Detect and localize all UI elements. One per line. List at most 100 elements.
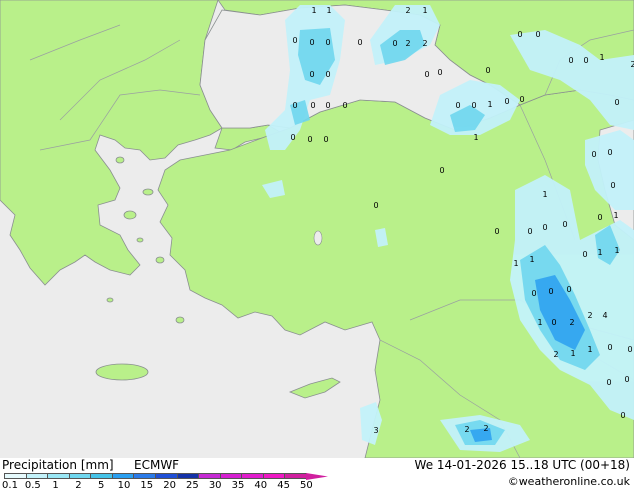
model-name: ECMWF xyxy=(134,458,180,472)
precip-value-label: 0 xyxy=(542,223,547,232)
scale-swatch xyxy=(219,473,243,479)
precip-value-label: 1 xyxy=(311,6,316,15)
scale-tick-label: 15 xyxy=(140,480,154,491)
precip-value-label: 1 xyxy=(487,100,492,109)
precip-value-label: 0 xyxy=(290,133,295,142)
scale-swatch xyxy=(241,473,264,479)
precip-value-label: 1 xyxy=(542,190,547,199)
scale-swatch xyxy=(133,473,156,479)
footer: Precipitation [mm] ECMWF We 14-01-2026 1… xyxy=(0,458,634,491)
precip-value-label: 0 xyxy=(566,285,571,294)
scale-tick-label: 5 xyxy=(98,480,105,491)
scale-tick-label: 2 xyxy=(75,480,82,491)
precip-value-label: 2 xyxy=(405,39,410,48)
precip-value-label: 0 xyxy=(614,98,619,107)
scale-swatch xyxy=(25,473,49,479)
precip-value-label: 3 xyxy=(373,426,378,435)
precip-value-label: 1 xyxy=(587,345,592,354)
precip-value-label: 0 xyxy=(325,38,330,47)
precip-value-label: 0 xyxy=(471,101,476,110)
precip-value-label: 0 xyxy=(591,150,596,159)
scale-tick-label: 50 xyxy=(300,480,313,491)
precip-value-label: 0 xyxy=(307,135,312,144)
precip-value-label: 0 xyxy=(373,201,378,210)
lake-tuz xyxy=(313,230,323,246)
precip-value-label: 0 xyxy=(527,227,532,236)
precip-value-label: 2 xyxy=(422,39,427,48)
precip-value-label: 2 xyxy=(630,60,634,69)
precip-value-label: 0 xyxy=(342,101,347,110)
scale-swatch xyxy=(176,473,200,479)
precip-value-label: 0 xyxy=(606,378,611,387)
precip-value-label: 1 xyxy=(513,259,518,268)
precip-value-label: 0 xyxy=(357,38,362,47)
precip-value-label: 0 xyxy=(568,56,573,65)
precip-value-label: 0 xyxy=(610,181,615,190)
legend-title: Precipitation [mm] xyxy=(2,458,114,472)
precipitation-map: 1 1 2 1 0 0 0 0 0 2 2 0 0 0 0 0 0 0 1 2 0 0 0 0 0 0 0 0 1 0 0 0 0 0 0 0 1 0 0 0… xyxy=(0,0,634,459)
precip-value-label: 0 xyxy=(597,213,602,222)
precip-value-label: 0 xyxy=(582,250,587,259)
precip-value-label: 0 xyxy=(517,30,522,39)
scale-swatch xyxy=(4,473,27,479)
precip-value-label: 1 xyxy=(613,211,618,220)
precip-value-label: 2 xyxy=(483,424,488,433)
scale-tick-label: 1 xyxy=(52,480,59,491)
scale-swatch xyxy=(155,473,178,479)
scale-swatch xyxy=(284,473,307,479)
precip-value-label: 2 xyxy=(405,6,410,15)
precip-value-label: 0 xyxy=(439,166,444,175)
precip-value-label: 0 xyxy=(519,95,524,104)
precip-value-label: 2 xyxy=(569,318,574,327)
precip-value-label: 0 xyxy=(494,227,499,236)
precip-value-label: 1 xyxy=(614,246,619,255)
precip-value-label: 0 xyxy=(551,318,556,327)
scale-tick-label: 45 xyxy=(277,480,290,491)
scale-tick-label: 20 xyxy=(163,480,176,491)
precip-value-label: 2 xyxy=(553,350,558,359)
scale-tick-label: 10 xyxy=(117,480,131,491)
precip-value-label: 1 xyxy=(537,318,542,327)
precip-value-label: 0 xyxy=(624,375,629,384)
scale-tick-label: 35 xyxy=(231,480,245,491)
scale-swatch xyxy=(111,473,135,479)
scale-swatch xyxy=(90,473,113,479)
precip-value-label: 0 xyxy=(437,68,442,77)
precip-value-label: 0 xyxy=(535,30,540,39)
precip-value-label: 1 xyxy=(473,133,478,142)
precip-value-label: 1 xyxy=(597,248,602,257)
precip-value-label: 0 xyxy=(424,70,429,79)
precip-value-label: 4 xyxy=(602,311,607,320)
precip-value-label: 0 xyxy=(323,135,328,144)
scale-tick-label: 0.1 xyxy=(2,480,18,491)
precip-value-label: 0 xyxy=(309,70,314,79)
scale-swatch xyxy=(68,473,92,479)
scale-swatch xyxy=(198,473,221,479)
precip-value-label: 0 xyxy=(504,97,509,106)
precip-value-label: 2 xyxy=(464,425,469,434)
scale-tick-label: 30 xyxy=(208,480,222,491)
precip-value-label: 0 xyxy=(292,36,297,45)
precip-value-label: 1 xyxy=(570,349,575,358)
scale-arrow xyxy=(306,473,328,480)
precip-value-label: 0 xyxy=(607,148,612,157)
precip-value-label: 0 xyxy=(325,101,330,110)
precip-value-label: 1 xyxy=(326,6,331,15)
precip-value-label: 0 xyxy=(607,343,612,352)
precip-value-label: 0 xyxy=(455,101,460,110)
precip-value-label: 0 xyxy=(548,287,553,296)
precip-value-label: 1 xyxy=(599,53,604,62)
scale-swatch xyxy=(47,473,70,479)
precip-value-label: 2 xyxy=(587,311,592,320)
precip-value-label: 0 xyxy=(292,101,297,110)
precip-value-label: 0 xyxy=(627,345,632,354)
precip-value-label: 0 xyxy=(620,411,625,420)
scale-tick-label: 0.5 xyxy=(24,480,41,491)
valid-time: We 14-01-2026 15..18 UTC (00+18) xyxy=(414,458,630,472)
scale-tick-label: 40 xyxy=(254,480,268,491)
precip-value-label: 0 xyxy=(583,56,588,65)
precip-value-label: 0 xyxy=(310,101,315,110)
scale-swatch xyxy=(262,473,286,479)
precip-value-label: 0 xyxy=(309,38,314,47)
precip-value-label: 0 xyxy=(392,39,397,48)
